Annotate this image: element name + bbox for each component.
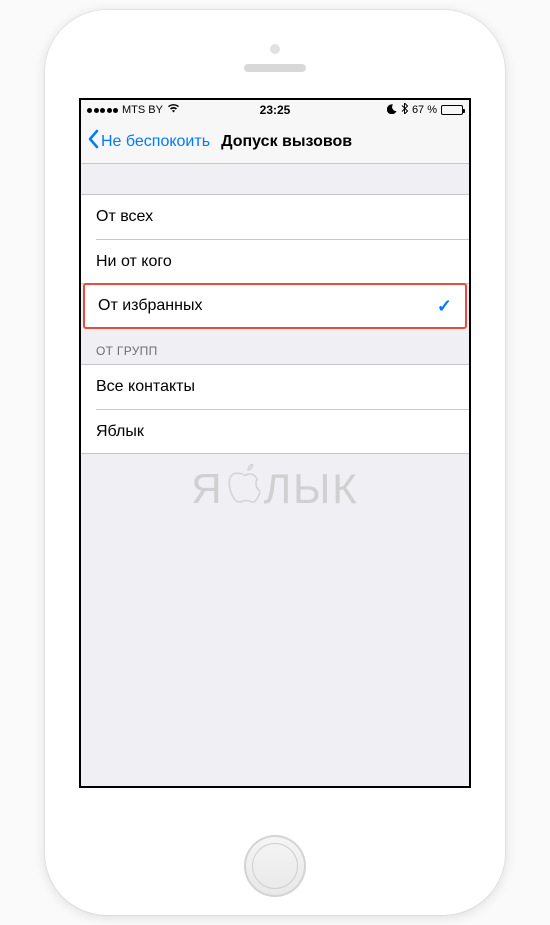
watermark-text-left: Я	[191, 465, 223, 513]
home-button[interactable]	[244, 835, 306, 897]
wifi-icon	[167, 104, 180, 116]
watermark-text-right: ЛЫК	[264, 465, 359, 513]
page-title: Допуск вызовов	[221, 133, 352, 151]
status-bar: MTS BY 23:25 67 %	[81, 100, 469, 120]
battery-percentage: 67 %	[412, 104, 437, 116]
navigation-bar: Не беспокоить Допуск вызовов	[81, 120, 469, 164]
battery-icon	[441, 105, 463, 115]
option-label: От избранных	[98, 297, 437, 315]
allow-calls-options-list: От всех Ни от кого	[81, 194, 469, 284]
group-label: Все контакты	[96, 378, 454, 396]
bluetooth-icon	[401, 103, 408, 117]
chevron-left-icon	[87, 129, 99, 154]
signal-strength-icon	[87, 108, 118, 113]
dnd-moon-icon	[387, 104, 397, 117]
phone-frame: MTS BY 23:25 67 %	[45, 10, 505, 915]
back-button[interactable]: Не беспокоить	[87, 129, 210, 154]
front-camera	[270, 44, 280, 54]
carrier-label: MTS BY	[122, 104, 163, 116]
apple-icon	[227, 464, 261, 514]
watermark: Я ЛЫК	[191, 464, 359, 514]
group-yablyk[interactable]: Яблык	[96, 409, 469, 453]
groups-list: Все контакты Яблык	[81, 364, 469, 454]
earpiece-speaker	[244, 64, 306, 72]
group-label: Яблык	[96, 423, 454, 441]
back-label: Не беспокоить	[101, 133, 210, 151]
groups-section-header: ОТ ГРУПП	[81, 328, 469, 364]
option-favorites[interactable]: От избранных ✓	[83, 283, 467, 329]
phone-earpiece-zone	[244, 44, 306, 72]
option-no-one[interactable]: Ни от кого	[96, 239, 469, 283]
option-label: Ни от кого	[96, 253, 454, 271]
checkmark-icon: ✓	[437, 296, 452, 317]
option-everyone[interactable]: От всех	[81, 195, 469, 239]
group-all-contacts[interactable]: Все контакты	[81, 365, 469, 409]
clock: 23:25	[260, 103, 291, 117]
option-label: От всех	[96, 208, 454, 226]
screen: MTS BY 23:25 67 %	[79, 98, 471, 788]
